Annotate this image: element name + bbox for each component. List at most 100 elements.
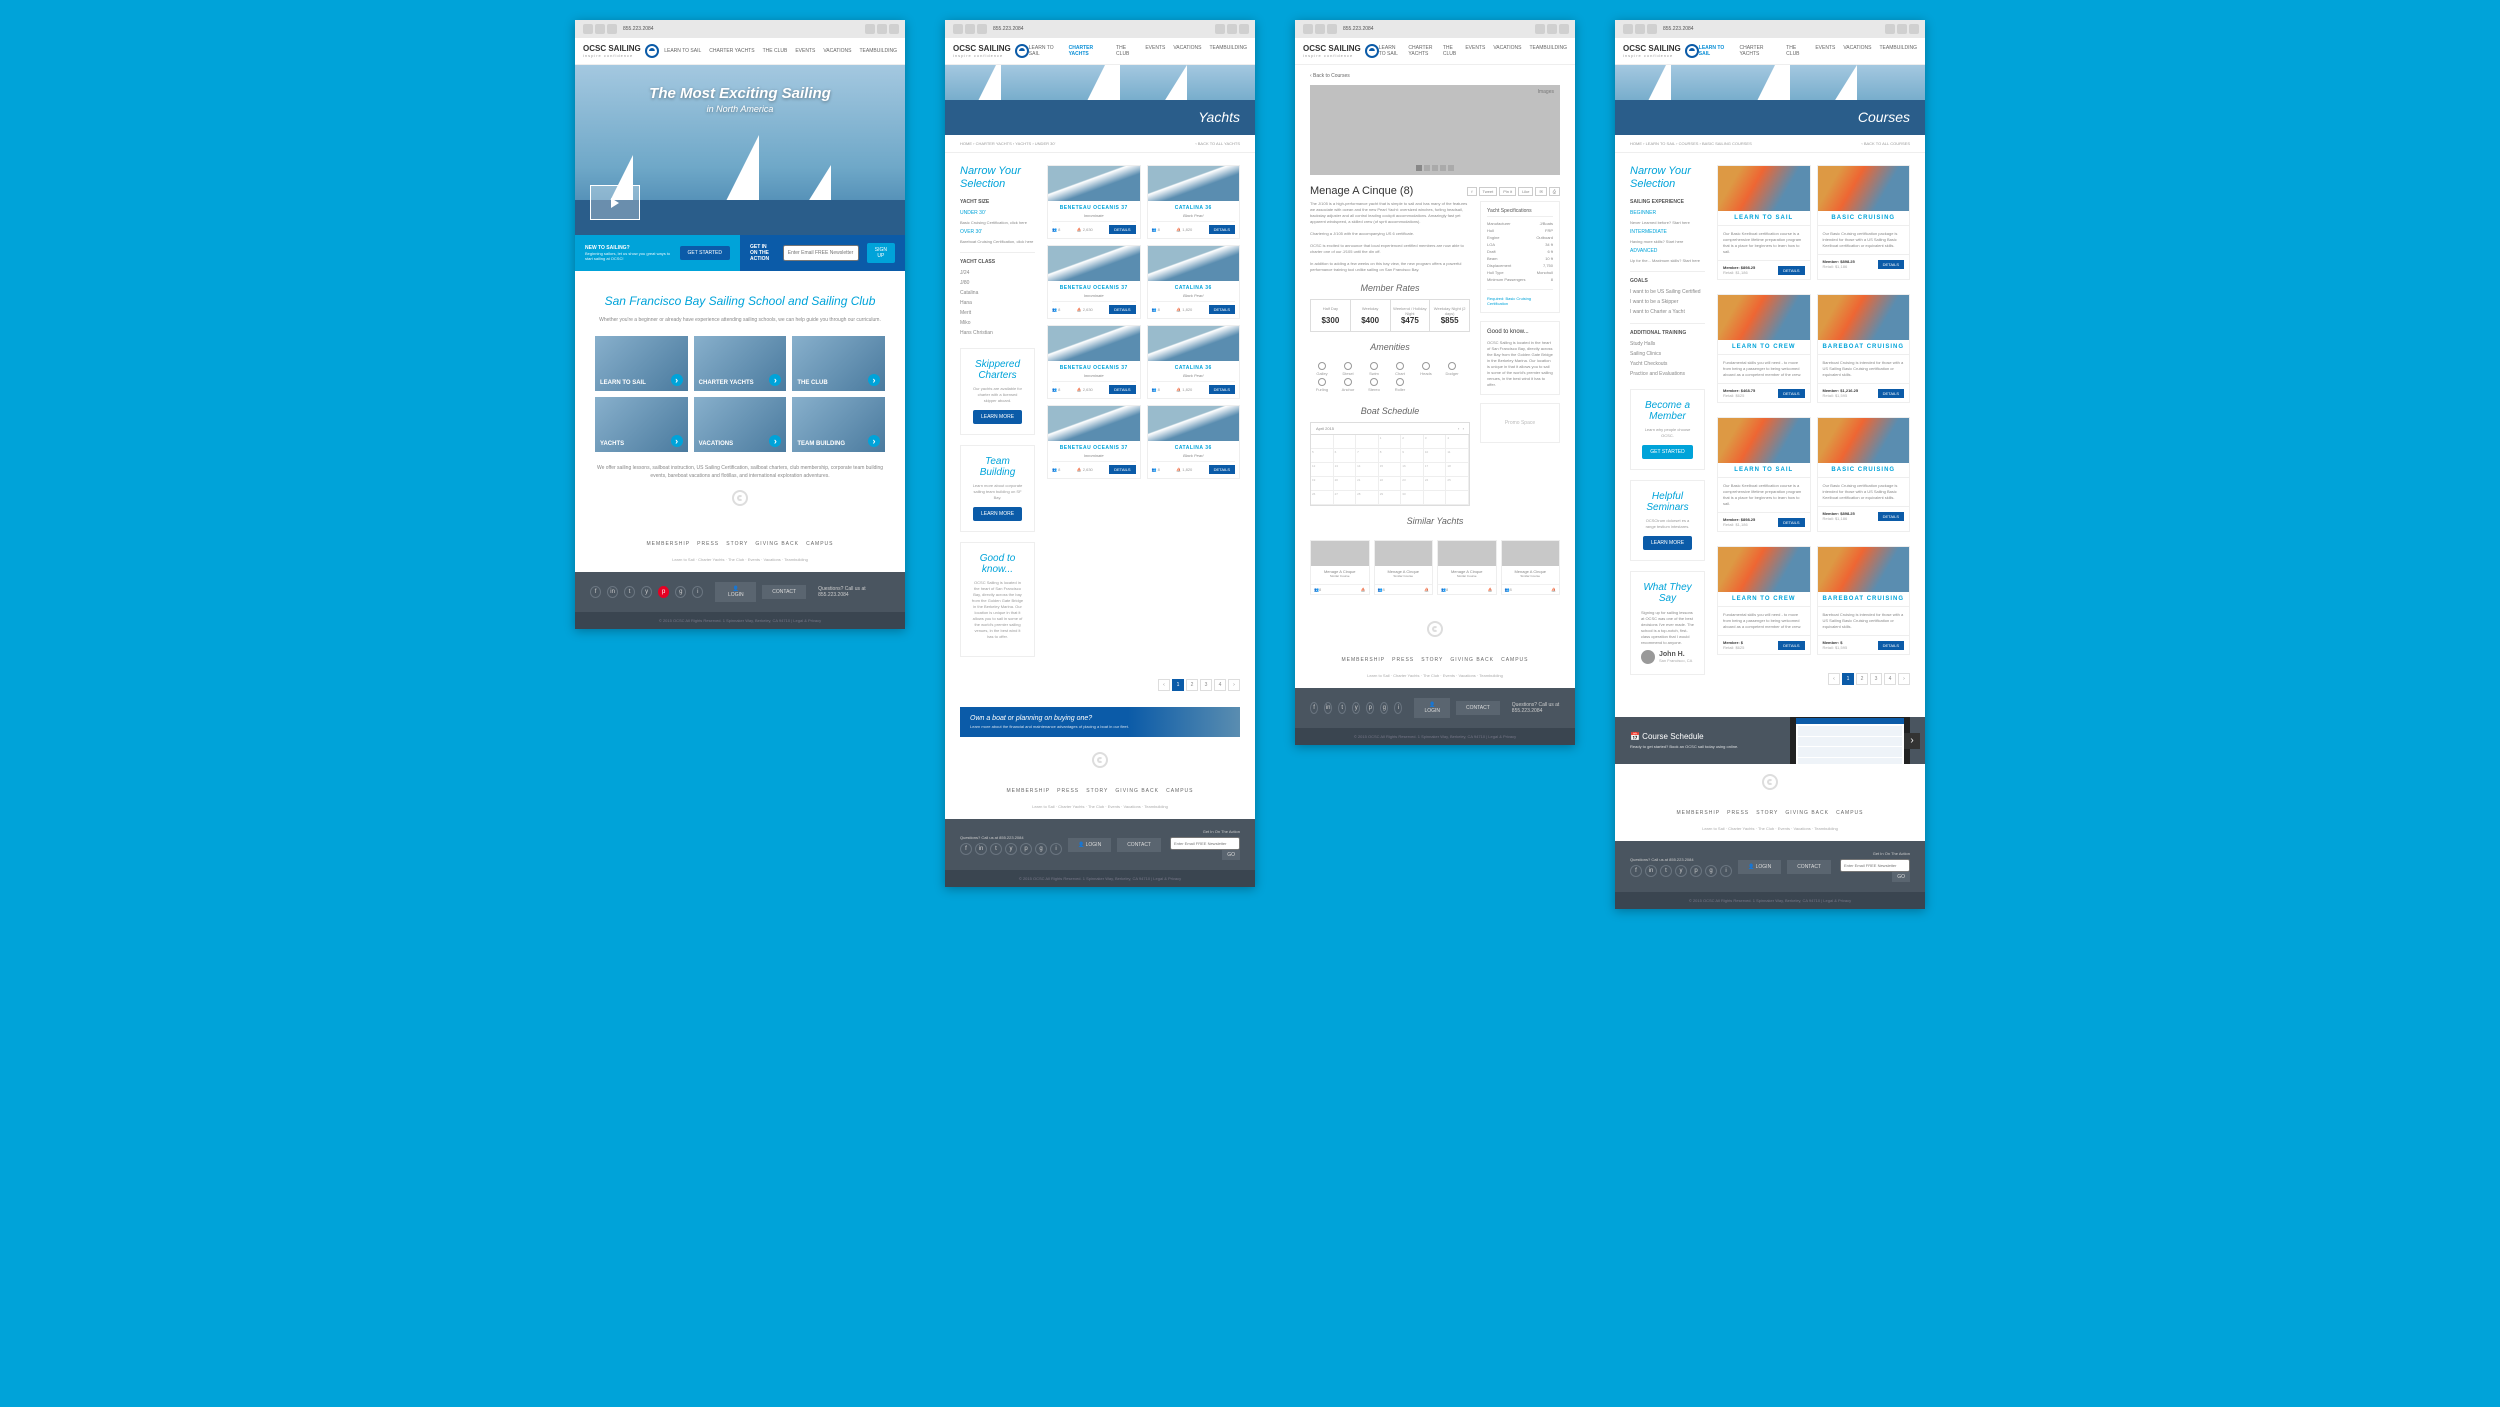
calendar-cell[interactable]: 11 xyxy=(1446,449,1469,463)
yacht-card[interactable]: BENETEAU OCEANIS 37Innominate👥 8⛵ 2,630D… xyxy=(1047,245,1141,319)
topbar-icon[interactable] xyxy=(583,24,593,34)
newsletter-input[interactable] xyxy=(1840,859,1910,872)
learn-more-button[interactable]: LEARN MORE xyxy=(973,410,1022,424)
calendar-cell[interactable]: 6 xyxy=(1334,449,1357,463)
course-card[interactable]: BAREBOAT CRUISINGBareboat Cruising is in… xyxy=(1817,546,1911,655)
yacht-card[interactable]: CATALINA 36Black Pearl👥 8⛵ 1,820DETAILS xyxy=(1147,245,1241,319)
filter-option[interactable]: Catalina xyxy=(960,288,1035,298)
filter-option[interactable]: INTERMEDIATE xyxy=(1630,227,1705,237)
pager-page[interactable]: 4 xyxy=(1214,679,1226,691)
tile[interactable]: LEARN TO SAIL xyxy=(595,336,688,391)
calendar-cell[interactable]: 22 xyxy=(1379,477,1402,491)
login-button[interactable]: 👤 LOGIN xyxy=(1068,838,1111,852)
calendar-cell[interactable]: 14 xyxy=(1356,463,1379,477)
calendar-cell[interactable]: 16 xyxy=(1401,463,1424,477)
social-icon[interactable]: g xyxy=(675,586,686,598)
filter-option[interactable]: J/24 xyxy=(960,268,1035,278)
yacht-card[interactable]: CATALINA 36Black Pearl👥 8⛵ 1,820DETAILS xyxy=(1147,165,1241,239)
details-button[interactable]: DETAILS xyxy=(1878,512,1904,521)
nav-item[interactable]: TEAMBUILDING xyxy=(859,48,897,54)
filter-option[interactable]: UNDER 30' xyxy=(960,208,1035,218)
nav-item[interactable]: VACATIONS xyxy=(823,48,851,54)
details-button[interactable]: DETAILS xyxy=(1778,266,1804,275)
calendar-cell[interactable]: 19 xyxy=(1311,477,1334,491)
play-button[interactable] xyxy=(590,185,640,220)
signup-button[interactable]: SIGN UP xyxy=(867,243,895,263)
get-started-button[interactable]: GET STARTED xyxy=(1642,445,1692,459)
details-button[interactable]: DETAILS xyxy=(1209,225,1235,234)
pager-next[interactable]: › xyxy=(1228,679,1240,691)
course-card[interactable]: LEARN TO SAILOur Basic Keelboat certific… xyxy=(1717,165,1811,280)
share-tweet[interactable]: Tweet xyxy=(1479,187,1498,196)
calendar-cell[interactable]: 2 xyxy=(1401,435,1424,449)
social-icon[interactable]: t xyxy=(624,586,635,598)
arrow-icon[interactable]: › xyxy=(1904,733,1920,749)
back-link[interactable]: ‹ Back to Courses xyxy=(1310,73,1560,79)
similar-card[interactable]: Menage A CinqueSimilar Course👥8⛵ xyxy=(1374,540,1434,595)
calendar-cell[interactable]: 17 xyxy=(1424,463,1447,477)
filter-option[interactable]: Merit xyxy=(960,308,1035,318)
calendar-cell[interactable]: 1 xyxy=(1379,435,1402,449)
filter-option[interactable]: Practice and Evaluations xyxy=(1630,369,1705,379)
tile[interactable]: YACHTS xyxy=(595,397,688,452)
logo[interactable]: OCSC SAILINGinspire confidence xyxy=(583,44,659,58)
nav-item[interactable]: CHARTER YACHTS xyxy=(709,48,754,54)
details-button[interactable]: DETAILS xyxy=(1778,389,1804,398)
nav-item[interactable]: LEARN TO SAIL xyxy=(664,48,701,54)
calendar-cell[interactable]: 20 xyxy=(1334,477,1357,491)
details-button[interactable]: DETAILS xyxy=(1209,385,1235,394)
filter-option[interactable]: ADVANCED xyxy=(1630,246,1705,256)
search-icon[interactable] xyxy=(889,24,899,34)
details-button[interactable]: DETAILS xyxy=(1109,225,1135,234)
social-icon[interactable]: in xyxy=(607,586,618,598)
image-carousel[interactable]: Images xyxy=(1310,85,1560,175)
calendar-cell[interactable] xyxy=(1356,435,1379,449)
share-fb[interactable]: f xyxy=(1467,187,1476,196)
learn-more-button[interactable]: LEARN MORE xyxy=(973,507,1022,521)
go-button[interactable]: GO xyxy=(1222,850,1240,860)
details-button[interactable]: DETAILS xyxy=(1778,641,1804,650)
share-like[interactable]: Like xyxy=(1518,187,1533,196)
tile[interactable]: VACATIONS xyxy=(694,397,787,452)
social-icon[interactable]: y xyxy=(641,586,652,598)
details-button[interactable]: DETAILS xyxy=(1878,260,1904,269)
course-card[interactable]: BAREBOAT CRUISINGBareboat Cruising is in… xyxy=(1817,294,1911,403)
social-icon[interactable]: f xyxy=(590,586,601,598)
calendar-cell[interactable]: 8 xyxy=(1379,449,1402,463)
calendar-cell[interactable]: 15 xyxy=(1379,463,1402,477)
carousel-dots[interactable] xyxy=(1416,165,1454,171)
logo[interactable]: OCSC SAILINGinspire confidence xyxy=(953,44,1029,58)
calendar-cell[interactable]: 25 xyxy=(1446,477,1469,491)
details-button[interactable]: DETAILS xyxy=(1109,385,1135,394)
course-card[interactable]: LEARN TO CREWFundamental skills you will… xyxy=(1717,294,1811,403)
details-button[interactable]: DETAILS xyxy=(1878,641,1904,650)
pager-page[interactable]: 1 xyxy=(1172,679,1184,691)
calendar-cell[interactable]: 23 xyxy=(1401,477,1424,491)
calendar-cell[interactable]: 5 xyxy=(1311,449,1334,463)
details-button[interactable]: DETAILS xyxy=(1878,389,1904,398)
yacht-card[interactable]: BENETEAU OCEANIS 37Innominate👥 8⛵ 2,630D… xyxy=(1047,405,1141,479)
course-card[interactable]: LEARN TO CREWFundamental skills you will… xyxy=(1717,546,1811,655)
calendar-cell[interactable]: 24 xyxy=(1424,477,1447,491)
filter-option[interactable]: BEGINNER xyxy=(1630,208,1705,218)
filter-option[interactable]: Hans Christian xyxy=(960,328,1035,338)
calendar-cell[interactable]: 27 xyxy=(1334,491,1357,505)
yacht-card[interactable]: BENETEAU OCEANIS 37Innominate👥 8⛵ 2,630D… xyxy=(1047,165,1141,239)
calendar-cell[interactable]: 18 xyxy=(1446,463,1469,477)
yacht-card[interactable]: CATALINA 36Black Pearl👥 8⛵ 1,820DETAILS xyxy=(1147,405,1241,479)
cart-icon[interactable] xyxy=(877,24,887,34)
login-icon[interactable] xyxy=(865,24,875,34)
learn-more-button[interactable]: LEARN MORE xyxy=(1643,536,1692,550)
calendar-cell[interactable]: 28 xyxy=(1356,491,1379,505)
nav-item[interactable]: EVENTS xyxy=(795,48,815,54)
topbar-icon[interactable] xyxy=(607,24,617,34)
filter-option[interactable]: OVER 30' xyxy=(960,227,1035,237)
similar-card[interactable]: Menage A CinqueSimilar Course👥8⛵ xyxy=(1310,540,1370,595)
calendar-cell[interactable]: 26 xyxy=(1311,491,1334,505)
filter-option[interactable]: Hana xyxy=(960,298,1035,308)
social-icon[interactable]: i xyxy=(692,586,703,598)
details-button[interactable]: DETAILS xyxy=(1209,465,1235,474)
details-button[interactable]: DETAILS xyxy=(1109,305,1135,314)
newsletter-input[interactable] xyxy=(1170,837,1240,850)
similar-card[interactable]: Menage A CinqueSimilar Course👥8⛵ xyxy=(1437,540,1497,595)
